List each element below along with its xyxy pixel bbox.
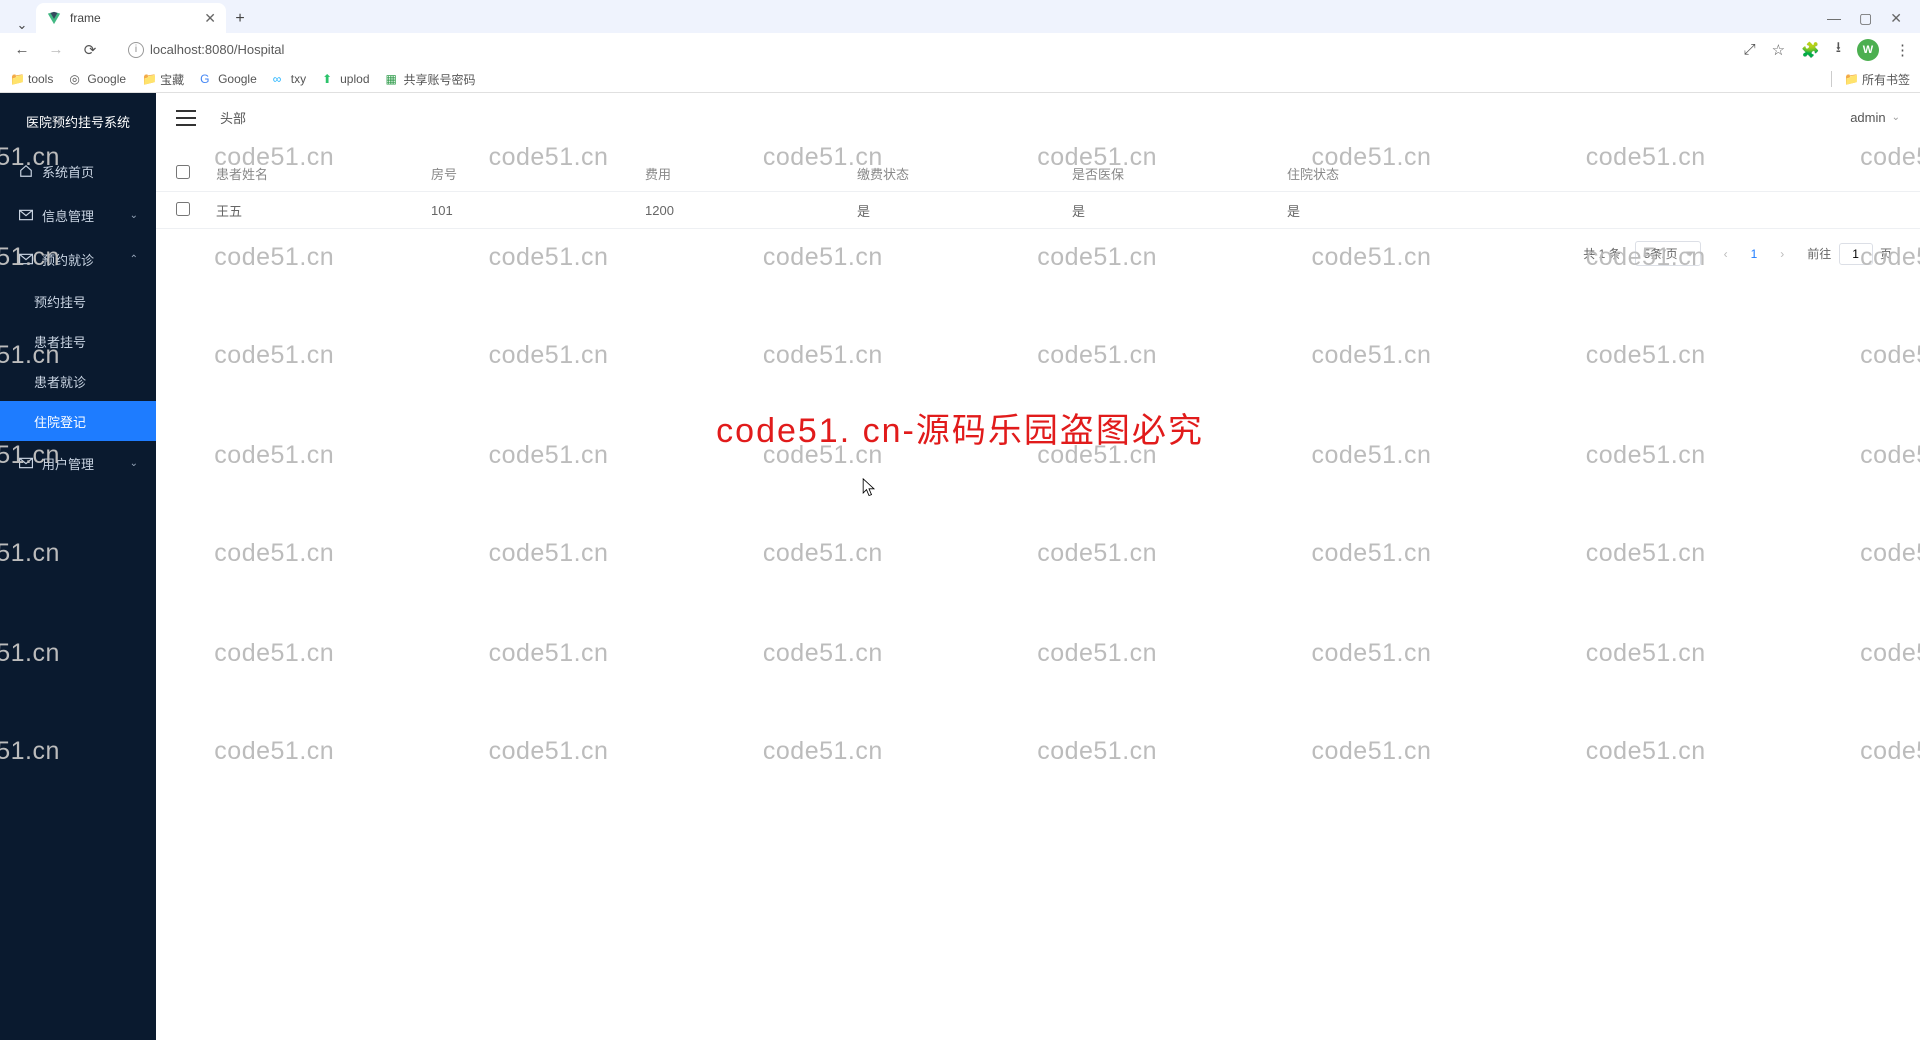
- install-icon[interactable]: ⤢: [1744, 41, 1756, 58]
- bookmarks-bar: 📁tools ◎Google 📁宝藏 GGoogle ∞txy ⬆uplod ▦…: [0, 66, 1920, 93]
- data-table: 患者姓名 房号 费用 缴费状态 是否医保 住院状态 王五 101 1200 是 …: [156, 155, 1920, 229]
- chevron-down-icon: ⌄: [130, 458, 138, 469]
- favicon-icon: [46, 10, 62, 26]
- select-all-checkbox[interactable]: [176, 165, 190, 179]
- url-field[interactable]: i localhost:8080/Hospital: [128, 42, 284, 58]
- sidebar: 医院预约挂号系统 系统首页 信息管理 ⌄ 预约就诊 ⌃ 预约挂号 患者挂号 患者…: [0, 93, 156, 1040]
- table-header: 患者姓名 房号 费用 缴费状态 是否医保 住院状态: [156, 155, 1920, 192]
- bookmark-tools[interactable]: 📁tools: [10, 72, 53, 86]
- page-size-select[interactable]: 5条/页: [1635, 241, 1701, 266]
- browser-chrome: ⌄ frame ✕ + — ▢ ✕ ← → ⟳ i localhost:8080…: [0, 0, 1920, 93]
- minimize-icon[interactable]: —: [1827, 10, 1841, 26]
- th-name: 患者姓名: [216, 164, 431, 183]
- menu-appointment[interactable]: 预约就诊 ⌃: [0, 237, 156, 281]
- th-room: 房号: [431, 164, 645, 183]
- current-page[interactable]: 1: [1751, 247, 1758, 261]
- th-stat: 住院状态: [1287, 164, 1900, 183]
- row-checkbox[interactable]: [176, 202, 190, 216]
- app: 医院预约挂号系统 系统首页 信息管理 ⌄ 预约就诊 ⌃ 预约挂号 患者挂号 患者…: [0, 93, 1920, 1040]
- tab-strip: ⌄ frame ✕ + — ▢ ✕: [0, 0, 1920, 33]
- extensions-icon[interactable]: 🧩: [1801, 41, 1820, 59]
- back-button[interactable]: ←: [10, 41, 34, 58]
- mail-icon: [18, 457, 34, 469]
- bookmark-shared[interactable]: ▦共享账号密码: [386, 71, 476, 88]
- menu-users[interactable]: 用户管理 ⌄: [0, 441, 156, 485]
- mail-icon: [18, 209, 34, 221]
- chevron-down-icon: ⌄: [1892, 112, 1900, 123]
- address-bar: ← → ⟳ i localhost:8080/Hospital ⤢ ☆ 🧩 ⭳ …: [0, 33, 1920, 66]
- main-panel: 头部 admin ⌄ 患者姓名 房号 费用 缴费状态 是否医保 住院状态: [156, 93, 1920, 1040]
- mail-icon: [18, 253, 34, 265]
- pagination: 共 1 条 5条/页 ‹ 1 › 前往 页: [156, 229, 1920, 278]
- url-text: localhost:8080/Hospital: [150, 42, 284, 57]
- maximize-icon[interactable]: ▢: [1859, 10, 1872, 27]
- goto-input[interactable]: [1839, 243, 1873, 265]
- prev-page-button[interactable]: ‹: [1715, 247, 1737, 261]
- submenu-hospitalization[interactable]: 住院登记: [0, 401, 156, 441]
- total-count: 共 1 条: [1583, 245, 1620, 262]
- new-tab-button[interactable]: +: [226, 5, 254, 33]
- next-page-button[interactable]: ›: [1771, 247, 1793, 261]
- reload-button[interactable]: ⟳: [78, 41, 102, 59]
- bookmark-baozang[interactable]: 📁宝藏: [142, 71, 184, 88]
- star-icon[interactable]: ☆: [1772, 41, 1785, 59]
- bookmark-google2[interactable]: GGoogle: [200, 72, 257, 86]
- app-title: 医院预约挂号系统: [0, 93, 156, 149]
- user-dropdown[interactable]: admin ⌄: [1850, 110, 1900, 125]
- th-pay: 缴费状态: [857, 164, 1072, 183]
- home-icon: [18, 164, 34, 178]
- profile-avatar[interactable]: W: [1857, 39, 1879, 61]
- chevron-down-icon: ⌄: [130, 210, 138, 221]
- th-ins: 是否医保: [1072, 164, 1287, 183]
- site-info-icon[interactable]: i: [128, 42, 144, 58]
- menu-info[interactable]: 信息管理 ⌄: [0, 193, 156, 237]
- browser-tab[interactable]: frame ✕: [36, 3, 226, 33]
- sidebar-menu: 系统首页 信息管理 ⌄ 预约就诊 ⌃ 预约挂号 患者挂号 患者就诊 住院登记 用…: [0, 149, 156, 1040]
- hamburger-icon[interactable]: [176, 110, 196, 126]
- th-fee: 费用: [645, 164, 857, 183]
- goto-page: 前往 页: [1807, 243, 1892, 265]
- breadcrumb: 头部: [220, 108, 246, 127]
- table-row[interactable]: 王五 101 1200 是 是 是: [156, 192, 1920, 229]
- menu-home[interactable]: 系统首页: [0, 149, 156, 193]
- kebab-icon[interactable]: ⋮: [1895, 41, 1910, 59]
- all-bookmarks[interactable]: 📁所有书签: [1844, 71, 1910, 88]
- download-icon[interactable]: ⭳: [1836, 37, 1841, 62]
- forward-button[interactable]: →: [44, 41, 68, 58]
- bookmark-txy[interactable]: ∞txy: [273, 72, 306, 86]
- close-icon[interactable]: ✕: [1890, 10, 1902, 27]
- tab-close-icon[interactable]: ✕: [204, 10, 216, 27]
- window-controls: — ▢ ✕: [1827, 3, 1920, 33]
- topbar: 头部 admin ⌄: [156, 93, 1920, 143]
- tab-title: frame: [70, 11, 101, 25]
- submenu-appointment: 预约挂号 患者挂号 患者就诊 住院登记: [0, 281, 156, 441]
- bookmark-google1[interactable]: ◎Google: [69, 72, 126, 86]
- submenu-patient-visit[interactable]: 患者就诊: [0, 361, 156, 401]
- bookmark-uplod[interactable]: ⬆uplod: [322, 72, 369, 86]
- submenu-patient-register[interactable]: 患者挂号: [0, 321, 156, 361]
- content-area: 患者姓名 房号 费用 缴费状态 是否医保 住院状态 王五 101 1200 是 …: [156, 143, 1920, 1040]
- chevron-up-icon: ⌃: [130, 254, 138, 265]
- submenu-register[interactable]: 预约挂号: [0, 281, 156, 321]
- tab-menu-button[interactable]: ⌄: [8, 17, 36, 33]
